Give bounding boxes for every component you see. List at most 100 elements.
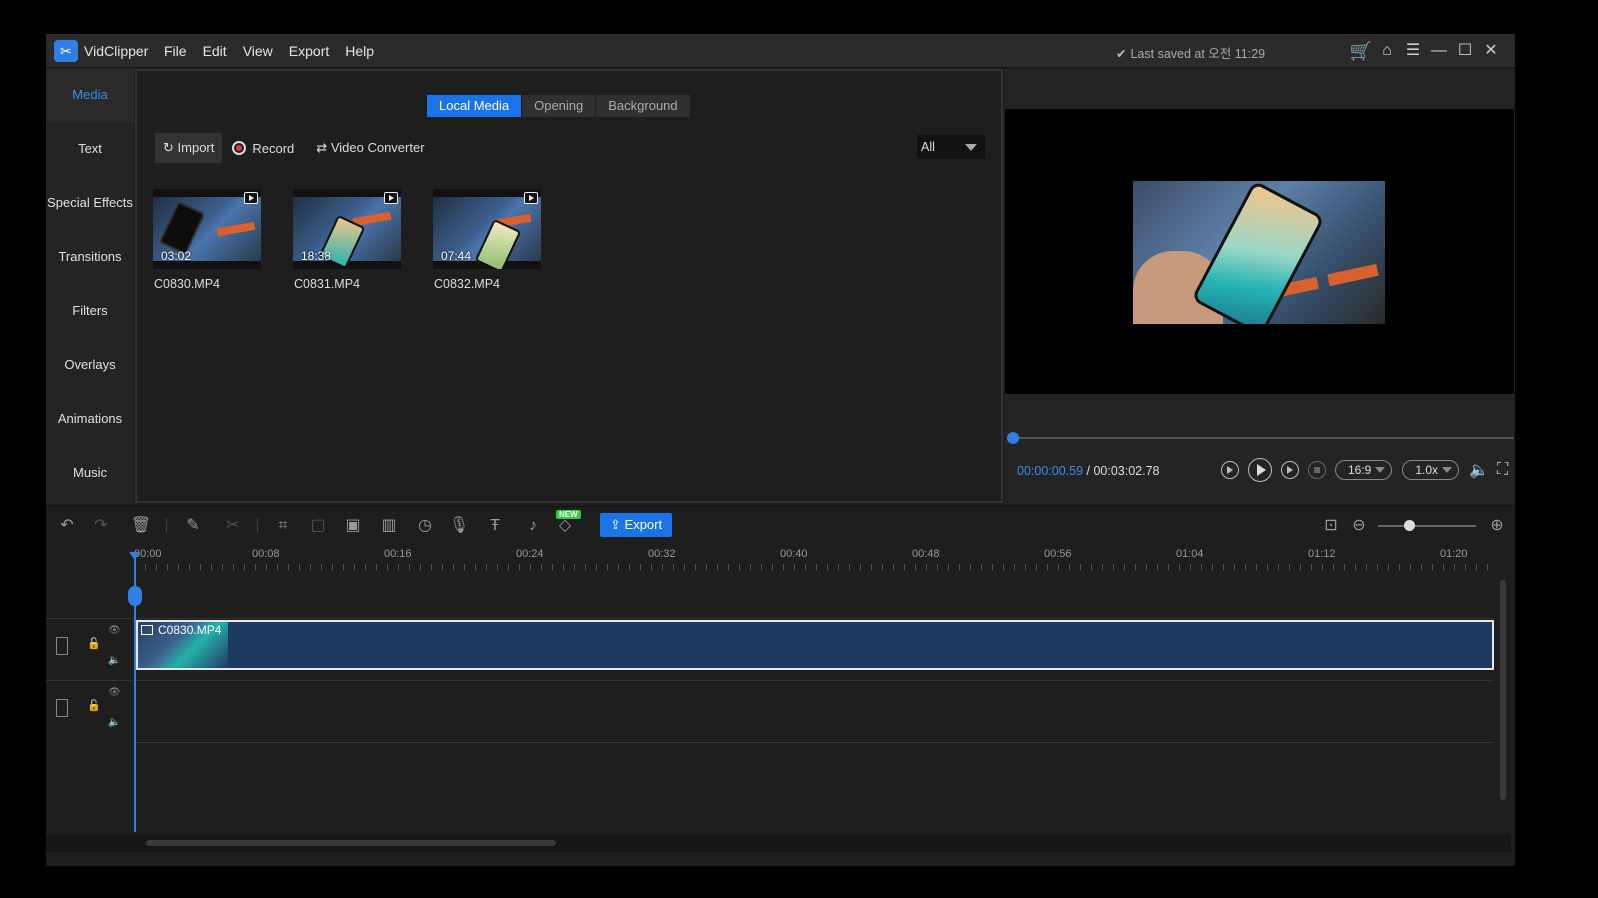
playhead-handle[interactable] <box>128 586 142 606</box>
volume-icon[interactable]: 🔈 <box>108 655 120 666</box>
seek-handle[interactable] <box>1006 432 1019 444</box>
vertical-scrollbar[interactable] <box>1500 580 1506 800</box>
stop-icon[interactable] <box>1308 461 1326 479</box>
duration-icon[interactable]: ◷ <box>414 515 436 537</box>
convert-icon: ⇄ <box>316 140 328 155</box>
zoom-out-icon[interactable]: ⊖ <box>1348 515 1370 537</box>
menu-export[interactable]: Export <box>289 43 329 59</box>
timeline-ruler[interactable]: 00:00 00:08 00:16 00:24 00:32 00:40 00:4… <box>134 542 1514 570</box>
crop-icon[interactable]: ⌗ <box>272 515 294 537</box>
nav-transitions[interactable]: Transitions <box>46 230 134 284</box>
speed-select[interactable]: 1.0x <box>1402 460 1460 480</box>
media-clip[interactable]: 18:38 C0831.MP4 <box>293 189 401 291</box>
horizontal-scrollbar[interactable] <box>146 840 556 846</box>
playback-controls: 16:9 1.0x 🔈 ⛶ <box>1221 458 1516 482</box>
tick-label: 01:04 <box>1176 548 1204 560</box>
preview-frame <box>1133 181 1385 324</box>
clip-duration: 07:44 <box>441 249 472 263</box>
menu-view[interactable]: View <box>243 43 273 59</box>
clip-name: C0830.MP4 <box>154 277 221 291</box>
eye-icon[interactable]: 👁 <box>108 625 121 636</box>
pip-icon[interactable]: ▣ <box>342 515 364 537</box>
timeline-clip[interactable]: C0830.MP4 <box>136 620 1494 670</box>
tab-local-media[interactable]: Local Media <box>427 95 522 117</box>
video-badge-icon <box>384 192 398 204</box>
microphone-icon[interactable]: 🎙 <box>448 515 470 537</box>
prev-frame-icon[interactable] <box>1221 461 1239 479</box>
mosaic-icon[interactable]: ▢ <box>307 515 329 537</box>
maximize-icon[interactable]: ☐ <box>1452 39 1478 63</box>
chevron-down-icon <box>965 144 977 151</box>
play-icon[interactable] <box>1248 458 1272 482</box>
media-filter-select[interactable]: All <box>917 135 985 159</box>
fullscreen-icon[interactable]: ⛶ <box>1497 461 1508 479</box>
record-icon <box>232 140 247 155</box>
record-button[interactable]: Record <box>232 140 294 156</box>
voice-changer-icon[interactable]: ♪ <box>522 515 544 537</box>
undo-icon[interactable]: ↶ <box>56 515 78 537</box>
audio-levels-icon[interactable]: ▥ <box>378 515 400 537</box>
app-window: ✂ VidClipper File Edit View Export Help … <box>46 34 1515 866</box>
preview-header <box>1005 69 1514 109</box>
next-frame-icon[interactable] <box>1281 461 1299 479</box>
tab-opening[interactable]: Opening <box>522 95 596 117</box>
menu-edit[interactable]: Edit <box>203 43 227 59</box>
menu-help[interactable]: Help <box>345 43 374 59</box>
nav-special-effects[interactable]: Special Effects <box>46 176 134 230</box>
edit-toolbar: ↶ ↷ 🗑 ✎ ✂ ⌗ ▢ ▣ ▥ ◷ 🎙 Ŧ ♪ ◇ NEW ⇪ Export… <box>46 506 1511 542</box>
preview-canvas <box>1005 109 1514 394</box>
clip-thumbnail: 18:38 <box>293 189 401 269</box>
volume-icon[interactable]: 🔈 <box>108 717 120 728</box>
tick-label: 00:32 <box>648 548 676 560</box>
export-button[interactable]: ⇪ Export <box>600 513 673 537</box>
import-button[interactable]: ↻ Import <box>155 133 223 163</box>
nav-filters[interactable]: Filters <box>46 284 134 338</box>
save-status: ✔ Last saved at 오전 11:29 <box>1116 47 1266 61</box>
text-to-speech-icon[interactable]: Ŧ <box>484 515 506 537</box>
redo-icon[interactable]: ↷ <box>90 515 112 537</box>
video-badge-icon <box>141 625 153 635</box>
nav-animations[interactable]: Animations <box>46 392 134 446</box>
video-converter-button[interactable]: ⇄ Video Converter <box>316 140 424 156</box>
lock-icon[interactable]: 🔓 <box>87 699 101 712</box>
aspect-ratio-select[interactable]: 16:9 <box>1335 460 1393 480</box>
zoom-slider-handle[interactable] <box>1404 520 1415 531</box>
menu-file[interactable]: File <box>164 43 187 59</box>
fit-timeline-icon[interactable]: ⊡ <box>1320 515 1342 537</box>
cart-icon[interactable]: 🛒 <box>1348 39 1374 63</box>
export-icon: ⇪ <box>610 517 621 532</box>
track-header: 🔓 👁 🔈 <box>46 680 134 740</box>
nav-text[interactable]: Text <box>46 122 134 176</box>
nav-music[interactable]: Music <box>46 446 134 500</box>
clip-name: C0832.MP4 <box>434 277 501 291</box>
eye-icon[interactable]: 👁 <box>108 687 121 698</box>
volume-icon[interactable]: 🔈 <box>1469 460 1489 480</box>
tab-background[interactable]: Background <box>596 95 690 117</box>
delete-icon[interactable]: 🗑 <box>130 515 152 537</box>
zoom-in-icon[interactable]: ⊕ <box>1486 515 1508 537</box>
video-track[interactable] <box>134 680 1494 740</box>
current-time: 00:00:00.59 <box>1017 464 1084 478</box>
minimize-icon[interactable]: — <box>1426 39 1452 63</box>
close-icon[interactable]: ✕ <box>1478 39 1504 63</box>
lock-icon[interactable]: 🔓 <box>87 637 101 650</box>
split-icon[interactable]: ✂ <box>222 515 244 537</box>
tick-label: 00:40 <box>780 548 808 560</box>
tick-label: 00:48 <box>912 548 940 560</box>
zoom-slider[interactable] <box>1378 520 1476 531</box>
tick-label: 00:16 <box>384 548 412 560</box>
media-clip[interactable]: 03:02 C0830.MP4 <box>153 189 261 291</box>
media-tabs: Local Media Opening Background <box>427 95 691 117</box>
media-clip[interactable]: 07:44 C0832.MP4 <box>433 189 541 291</box>
app-name: VidClipper <box>84 43 149 59</box>
seek-bar[interactable] <box>1006 432 1514 444</box>
nav-media[interactable]: Media <box>46 68 134 122</box>
title-bar: ✂ VidClipper File Edit View Export Help … <box>46 34 1515 68</box>
app-logo-icon: ✂ <box>54 40 78 62</box>
clip-duration: 18:38 <box>301 249 332 263</box>
hamburger-menu-icon[interactable]: ☰ <box>1400 39 1426 63</box>
home-icon[interactable]: ⌂ <box>1374 39 1400 63</box>
import-icon: ↻ <box>163 140 174 155</box>
nav-overlays[interactable]: Overlays <box>46 338 134 392</box>
edit-icon[interactable]: ✎ <box>182 515 204 537</box>
